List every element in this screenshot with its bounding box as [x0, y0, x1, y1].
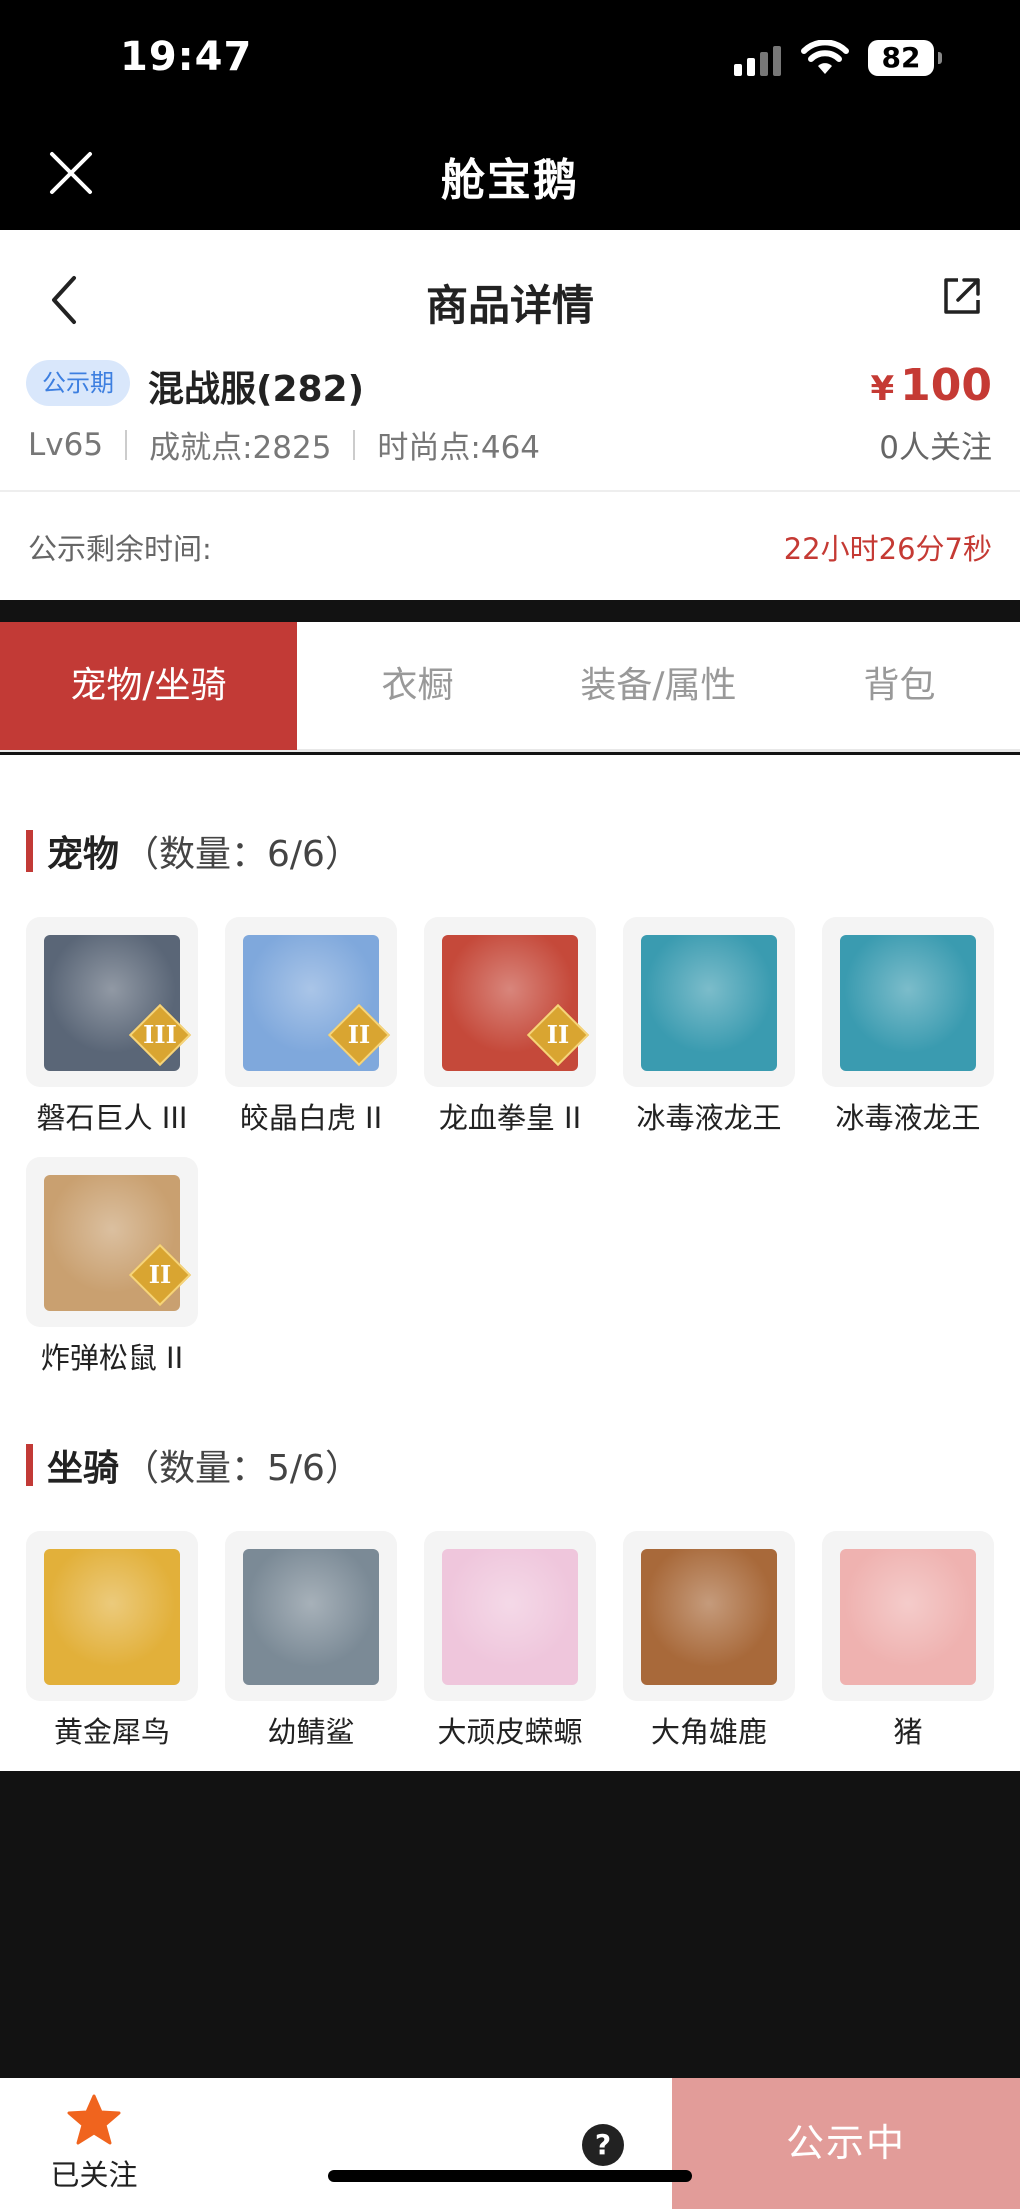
venom-dragon-pet-icon — [840, 935, 976, 1071]
section-title: 宠物 — [47, 834, 120, 875]
venom-dragon-pet-icon — [641, 935, 777, 1071]
list-item[interactable]: 冰毒液龙王 — [822, 917, 994, 1137]
currency-symbol: ¥ — [870, 369, 895, 409]
mounts-section-heading: 坐骑 （数量：5/6） — [26, 1439, 361, 1491]
item-thumbnail — [623, 1531, 795, 1701]
young-shark-mount-icon — [243, 1549, 379, 1685]
price-value: 100 — [900, 360, 992, 411]
accent-bar — [26, 1444, 33, 1486]
cellular-signal-icon — [734, 46, 781, 76]
list-item[interactable]: II 皎晶白虎 II — [225, 917, 397, 1137]
list-item[interactable]: 大顽皮蝾螈 — [424, 1531, 596, 1751]
account-stats: Lv65 成就点:2825 时尚点:464 — [28, 422, 540, 467]
fashion-points: 时尚点:464 — [377, 430, 541, 466]
pig-mount-icon — [840, 1549, 976, 1685]
tier-label: II — [347, 1020, 371, 1049]
item-thumbnail — [26, 1531, 198, 1701]
tab-pets-mounts[interactable]: 宠物/坐骑 — [0, 622, 297, 750]
bottom-action-bar: 已关注 ? 公示中 — [0, 2078, 1020, 2209]
status-time: 19:47 — [120, 34, 253, 80]
server-name: 混战服(282) — [148, 369, 365, 410]
price: ¥100 — [870, 360, 992, 411]
tier-label: II — [148, 1260, 172, 1289]
section-count: （数量：5/6） — [123, 1448, 361, 1489]
item-thumbnail — [822, 1531, 994, 1701]
pets-section-heading: 宠物 （数量：6/6） — [26, 825, 361, 877]
list-item[interactable]: 冰毒液龙王 — [623, 917, 795, 1137]
tier-label: III — [143, 1020, 177, 1049]
item-label: 幼鲭鲨 — [267, 1715, 355, 1749]
divider — [353, 429, 356, 460]
category-tabs: 宠物/坐骑 衣橱 装备/属性 背包 — [0, 622, 1020, 752]
item-label: 大顽皮蝾螈 — [437, 1715, 583, 1749]
list-item[interactable]: II 炸弹松鼠 II — [26, 1157, 198, 1377]
share-icon[interactable] — [940, 274, 984, 318]
divider — [0, 490, 1020, 492]
item-thumbnail — [225, 1531, 397, 1701]
list-item[interactable]: 黄金犀鸟 — [26, 1531, 198, 1751]
section-title: 坐骑 — [47, 1448, 120, 1489]
home-indicator — [328, 2170, 692, 2182]
remaining-time-label: 公示剩余时间: — [28, 532, 212, 566]
item-label: 炸弹松鼠 II — [40, 1341, 184, 1375]
item-label: 皎晶白虎 II — [239, 1101, 383, 1135]
achievement-points: 成就点:2825 — [149, 430, 332, 466]
follower-count: 0人关注 — [879, 430, 992, 466]
golden-hornbill-mount-icon — [44, 1549, 180, 1685]
tab-backpack[interactable]: 背包 — [779, 622, 1020, 750]
section-count: （数量：6/6） — [123, 834, 361, 875]
item-thumbnail — [623, 917, 795, 1087]
divider — [125, 429, 128, 460]
status-button[interactable]: 公示中 — [672, 2078, 1020, 2209]
product-detail-header: 商品详情 公示期 混战服(282) ¥100 Lv65 成就点:2825 时尚点… — [0, 230, 1020, 600]
axolotl-mount-icon — [442, 1549, 578, 1685]
item-label: 猪 — [893, 1715, 923, 1749]
list-item[interactable]: 大角雄鹿 — [623, 1531, 795, 1751]
item-label: 黄金犀鸟 — [53, 1715, 170, 1749]
battery-icon: 82 — [868, 40, 942, 76]
tab-equipment[interactable]: 装备/属性 — [538, 622, 779, 750]
item-thumbnail — [822, 917, 994, 1087]
level: Lv65 — [28, 426, 104, 463]
item-label: 大角雄鹿 — [650, 1715, 767, 1749]
tier-label: II — [546, 1020, 570, 1049]
app-bar: 舱宝鹅 — [0, 118, 1020, 230]
list-item[interactable]: III 磐石巨人 III — [26, 917, 198, 1137]
follow-label: 已关注 — [50, 2158, 138, 2192]
tab-wardrobe[interactable]: 衣橱 — [297, 622, 538, 750]
mounts-grid: 黄金犀鸟 幼鲭鲨 大顽皮蝾螈 大角雄鹿 猪 — [26, 1531, 1016, 1771]
list-item[interactable]: II 龙血拳皇 II — [424, 917, 596, 1137]
list-item[interactable]: 猪 — [822, 1531, 994, 1751]
tab-content: 宠物 （数量：6/6） III 磐石巨人 III II 皎晶白虎 II II 龙血拳皇 I… — [0, 755, 1020, 1771]
page-title: 商品详情 — [425, 281, 594, 330]
item-thumbnail: III — [26, 917, 198, 1087]
item-label: 磐石巨人 III — [36, 1101, 188, 1135]
status-badge: 公示期 — [26, 360, 130, 406]
accent-bar — [26, 830, 33, 872]
wifi-icon — [801, 40, 849, 74]
item-label: 龙血拳皇 II — [438, 1101, 582, 1135]
status-bar: 19:47 82 — [0, 0, 1020, 118]
remaining-time-value: 22小时26分7秒 — [783, 532, 992, 566]
item-thumbnail: II — [225, 917, 397, 1087]
help-icon[interactable]: ? — [582, 2124, 624, 2166]
item-label: 冰毒液龙王 — [636, 1101, 782, 1135]
item-thumbnail: II — [26, 1157, 198, 1327]
app-title: 舱宝鹅 — [441, 155, 579, 206]
item-thumbnail: II — [424, 917, 596, 1087]
star-icon — [67, 2094, 121, 2145]
stag-mount-icon — [641, 1549, 777, 1685]
pets-grid: III 磐石巨人 III II 皎晶白虎 II II 龙血拳皇 II 冰毒液龙王 冰毒液龙王 I… — [26, 917, 1016, 1397]
item-label: 冰毒液龙王 — [835, 1101, 981, 1135]
item-thumbnail — [424, 1531, 596, 1701]
follow-button[interactable]: 已关注 — [44, 2094, 144, 2194]
list-item[interactable]: 幼鲭鲨 — [225, 1531, 397, 1751]
